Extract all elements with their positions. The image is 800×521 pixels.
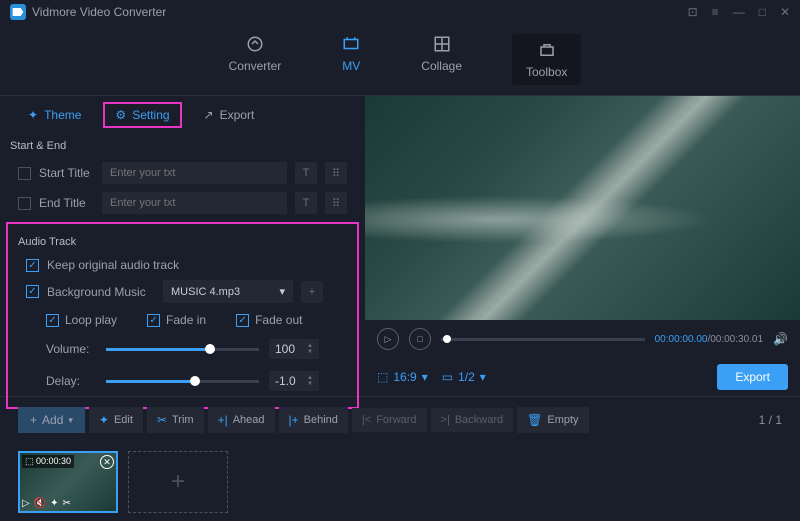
end-title-input[interactable] (102, 192, 287, 214)
video-preview[interactable] (365, 96, 800, 320)
clip-duration: ⬚ 00:00:30 (22, 455, 74, 468)
text-style-icon[interactable]: T (295, 192, 317, 214)
audio-title: Audio Track (8, 230, 357, 254)
titlebar: Vidmore Video Converter ⊡ ≡ — □ ✕ (0, 0, 800, 24)
stop-button[interactable]: □ (409, 328, 431, 350)
clip-trim-icon[interactable]: ✂ (63, 498, 71, 509)
volume-label: Volume: (46, 342, 96, 356)
chevron-down-icon: ▾ (422, 370, 428, 384)
tab-converter[interactable]: Converter (219, 34, 292, 85)
start-title-checkbox[interactable] (18, 167, 31, 180)
theme-icon: ✦ (28, 108, 38, 122)
play-button[interactable]: ▷ (377, 328, 399, 350)
gear-icon: ⚙ (115, 108, 126, 122)
clip-remove-icon[interactable]: ✕ (100, 455, 114, 469)
feedback-icon[interactable]: ⊡ (688, 5, 698, 19)
start-title-label: Start Title (39, 166, 94, 180)
edit-button[interactable]: ✦Edit (89, 407, 143, 433)
subtab-theme[interactable]: ✦ Theme (18, 102, 91, 128)
app-title: Vidmore Video Converter (32, 5, 166, 19)
add-clip-button[interactable]: + (128, 451, 228, 513)
bg-music-checkbox[interactable] (26, 285, 39, 298)
maximize-icon[interactable]: □ (759, 5, 766, 19)
trash-icon: 🗑 (527, 413, 542, 427)
text-expand-icon[interactable]: ⠿ (325, 192, 347, 214)
volume-slider[interactable] (106, 348, 259, 351)
start-end-title: Start & End (0, 134, 365, 158)
tab-mv[interactable]: MV (331, 34, 371, 85)
behind-button[interactable]: |+Behind (279, 407, 348, 433)
fade-in-checkbox[interactable] (147, 314, 160, 327)
volume-icon[interactable]: 🔊 (773, 332, 788, 346)
toolbox-icon (537, 40, 557, 60)
menu-icon[interactable]: ≡ (712, 5, 719, 19)
backward-button[interactable]: >|Backward (431, 408, 514, 432)
fade-out-checkbox[interactable] (236, 314, 249, 327)
aspect-ratio-dropdown[interactable]: ⬚16:9▾ (377, 370, 428, 384)
end-title-label: End Title (39, 196, 94, 210)
empty-button[interactable]: 🗑Empty (517, 407, 588, 433)
split-dropdown[interactable]: ▭1/2▾ (442, 370, 486, 384)
wand-icon: ✦ (99, 413, 109, 427)
scissors-icon: ✂ (157, 413, 167, 427)
settings-panel: ✦ Theme ⚙ Setting ↗ Export Start & End S… (0, 96, 365, 396)
volume-input[interactable]: 100▲▼ (269, 339, 319, 359)
start-title-input[interactable] (102, 162, 287, 184)
tab-toolbox[interactable]: Toolbox (512, 34, 581, 85)
delay-input[interactable]: -1.0▲▼ (269, 371, 319, 391)
add-music-button[interactable]: + (301, 281, 323, 303)
bg-music-label: Background Music (47, 285, 155, 299)
forward-button[interactable]: |<Forward (352, 408, 427, 432)
mv-icon (341, 34, 361, 54)
minimize-icon[interactable]: — (733, 5, 745, 19)
export-icon: ↗ (204, 108, 214, 122)
music-file-dropdown[interactable]: MUSIC 4.mp3 ▾ (163, 280, 293, 303)
keep-original-checkbox[interactable] (26, 259, 39, 272)
main-tabs: Converter MV Collage Toolbox (0, 24, 800, 96)
collage-icon (432, 34, 452, 54)
text-expand-icon[interactable]: ⠿ (325, 162, 347, 184)
subtab-setting[interactable]: ⚙ Setting (103, 102, 181, 128)
subtab-export[interactable]: ↗ Export (194, 102, 265, 128)
clips-tray: ⬚ 00:00:30 ✕ ▷ 🔇 ✦ ✂ + (0, 443, 800, 521)
chevron-down-icon: ▾ (279, 285, 285, 298)
export-button[interactable]: Export (717, 364, 788, 390)
end-title-checkbox[interactable] (18, 197, 31, 210)
clip-mute-icon[interactable]: 🔇 (34, 498, 46, 509)
keep-original-label: Keep original audio track (47, 258, 179, 272)
tab-collage[interactable]: Collage (411, 34, 472, 85)
ahead-button[interactable]: +|Ahead (208, 407, 275, 433)
add-button[interactable]: +Add▾ (18, 407, 85, 433)
loop-play-checkbox[interactable] (46, 314, 59, 327)
converter-icon (245, 34, 265, 54)
time-display: 00:00:00.00/00:00:30.01 (655, 334, 763, 345)
delay-label: Delay: (46, 374, 96, 388)
delay-slider[interactable] (106, 380, 259, 383)
clip-edit-icon[interactable]: ✦ (50, 498, 58, 509)
page-count: 1 / 1 (759, 413, 782, 427)
trim-button[interactable]: ✂Trim (147, 407, 204, 433)
progress-slider[interactable] (441, 338, 645, 341)
clip-thumbnail[interactable]: ⬚ 00:00:30 ✕ ▷ 🔇 ✦ ✂ (18, 451, 118, 513)
close-icon[interactable]: ✕ (780, 5, 790, 19)
text-style-icon[interactable]: T (295, 162, 317, 184)
player-controls: ▷ □ 00:00:00.00/00:00:30.01 🔊 (365, 320, 800, 358)
audio-track-section: Audio Track Keep original audio track Ba… (6, 222, 359, 409)
chevron-down-icon: ▾ (480, 370, 486, 384)
app-logo-icon (10, 4, 26, 20)
clip-play-icon[interactable]: ▷ (22, 498, 30, 509)
